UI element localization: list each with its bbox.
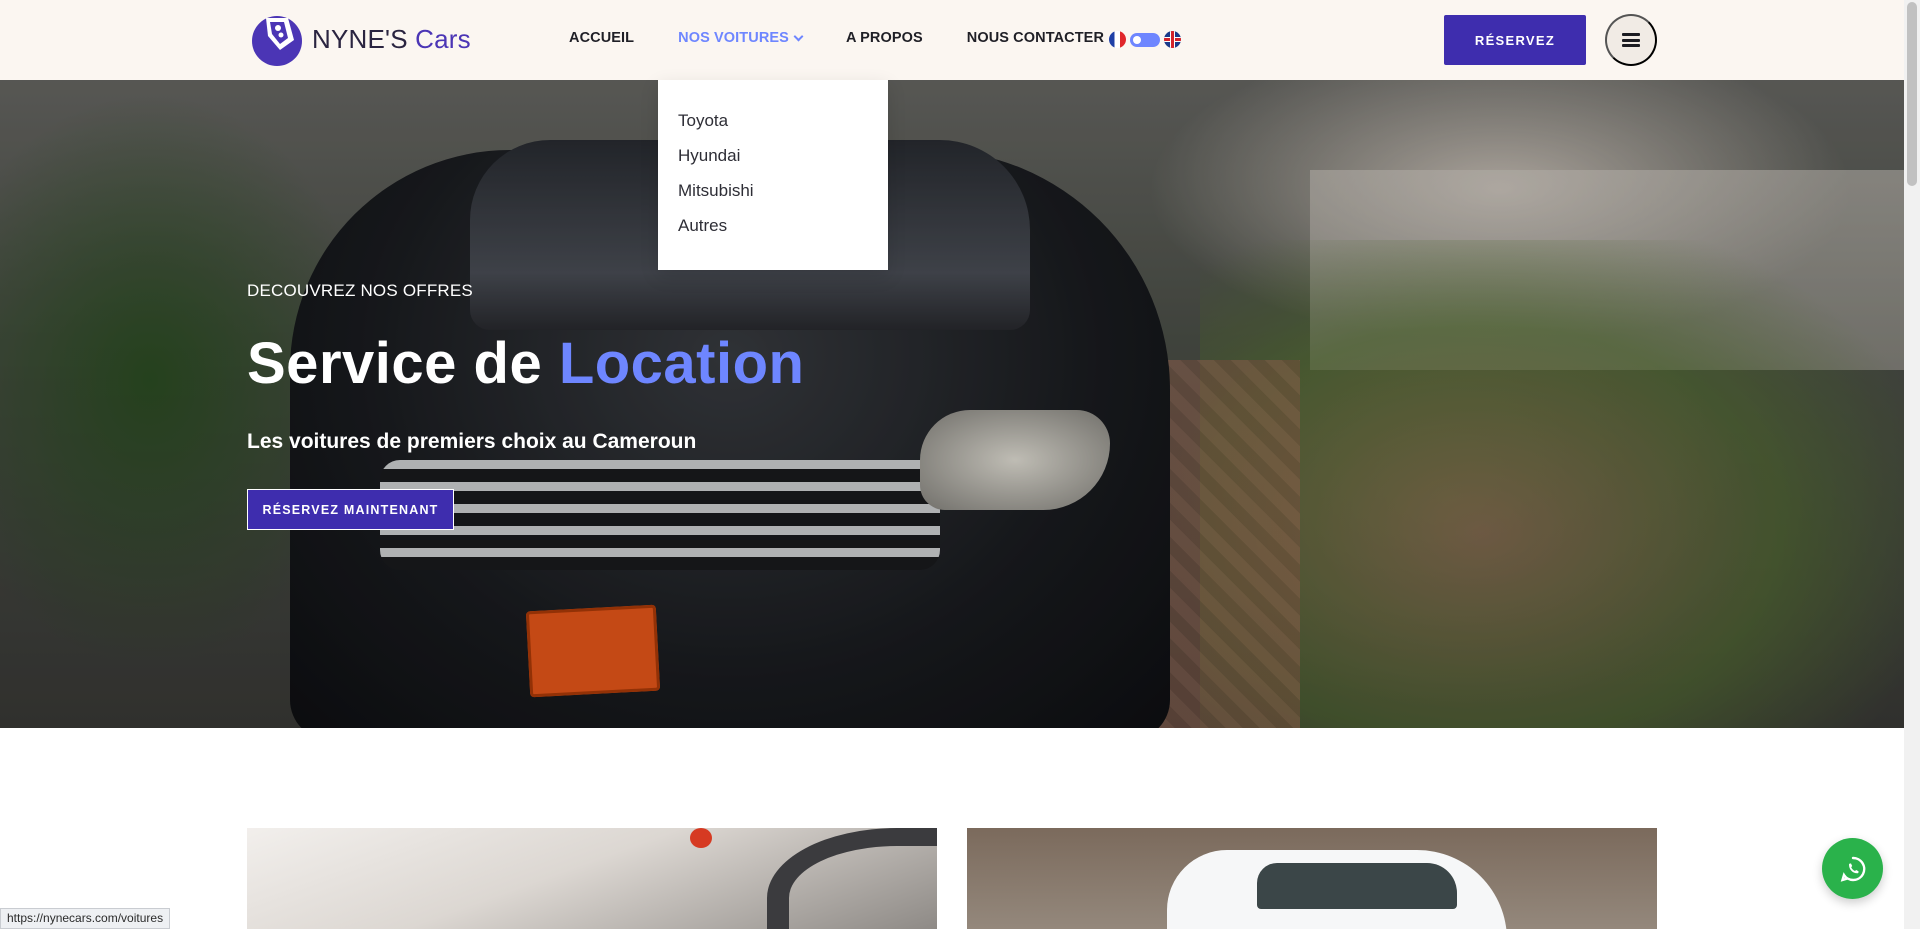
nav-item-nous-contacter[interactable]: NOUS CONTACTER	[967, 30, 1104, 46]
car-card-image[interactable]	[247, 828, 937, 929]
hero-kicker: DECOUVREZ NOS OFFRES	[247, 281, 473, 300]
dropdown-item-mitsubishi[interactable]: Mitsubishi	[658, 180, 888, 215]
hero-banner: DECOUVREZ NOS OFFRES Service de Location…	[0, 80, 1904, 728]
main-nav: ACCUEIL NOS VOITURES A PROPOS NOUS CONTA…	[569, 30, 1148, 46]
dropdown-item-toyota[interactable]: Toyota	[658, 110, 888, 145]
nav-item-accueil[interactable]: ACCUEIL	[569, 30, 634, 46]
hero-title-accent: Location	[558, 331, 805, 396]
language-switcher	[1109, 31, 1181, 48]
nav-item-nos-voitures[interactable]: NOS VOITURES	[678, 30, 804, 46]
language-toggle[interactable]	[1130, 32, 1160, 47]
site-logo[interactable]: NYNE'S Cars	[248, 10, 471, 68]
page-scrollbar[interactable]	[1904, 0, 1920, 929]
reserve-button[interactable]: RÉSERVEZ	[1444, 15, 1586, 65]
page: DECOUVREZ NOS OFFRES Service de Location…	[0, 0, 1920, 929]
hamburger-icon	[1622, 33, 1640, 47]
hero-subtitle: Les voitures de premiers choix au Camero…	[247, 430, 697, 453]
dropdown-item-hyundai[interactable]: Hyundai	[658, 145, 888, 180]
cars-dropdown-menu: Toyota Hyundai Mitsubishi Autres	[658, 80, 888, 270]
logo-icon	[252, 16, 302, 66]
site-header: NYNE'S Cars ACCUEIL NOS VOITURES A PROPO…	[0, 0, 1904, 80]
whatsapp-icon	[1840, 856, 1865, 882]
whatsapp-button[interactable]	[1822, 838, 1883, 899]
french-flag-icon[interactable]	[1109, 31, 1126, 48]
dropdown-item-autres[interactable]: Autres	[658, 215, 888, 250]
reserve-now-button[interactable]: RÉSERVEZ MAINTENANT	[247, 489, 454, 530]
hero-title-main: Service de	[247, 331, 559, 396]
hero-title: Service de Location	[247, 330, 804, 397]
car-card-image[interactable]	[967, 828, 1657, 929]
chevron-down-icon	[793, 31, 804, 41]
scrollbar-thumb[interactable]	[1907, 2, 1917, 186]
menu-button[interactable]	[1605, 14, 1657, 66]
logo-text: NYNE'S Cars	[312, 23, 471, 54]
status-bar-url: https://nynecars.com/voitures	[0, 908, 171, 929]
english-flag-icon[interactable]	[1164, 31, 1181, 48]
nav-item-a-propos[interactable]: A PROPOS	[846, 30, 923, 46]
